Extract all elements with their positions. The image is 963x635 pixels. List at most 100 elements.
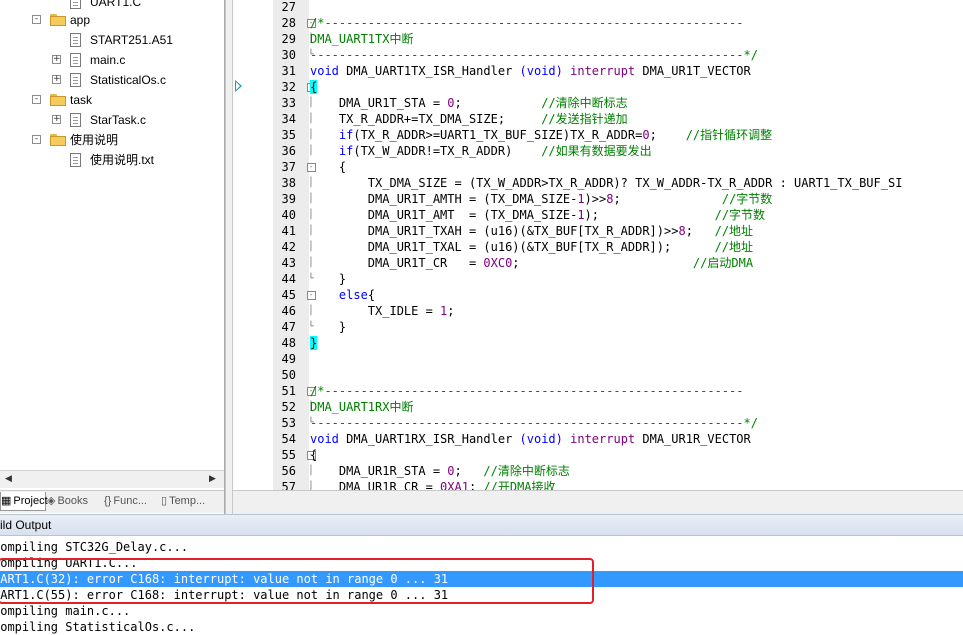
- expand-icon[interactable]: +: [52, 75, 61, 84]
- code-token: ;: [454, 464, 484, 478]
- code-token: DMA_UR1R_VECTOR: [635, 432, 751, 446]
- tree-horizontal-scrollbar[interactable]: ◀ ▶: [0, 470, 224, 488]
- panel-splitter[interactable]: [225, 0, 233, 514]
- line-number: 28: [281, 16, 296, 30]
- tab-func[interactable]: {} Func...: [104, 492, 160, 511]
- folder-icon: [50, 134, 66, 146]
- tab-temp[interactable]: ▯ Temp...: [161, 492, 221, 511]
- keyword-token: (void): [519, 432, 563, 446]
- code-line[interactable]: DMA_UR1T_AMT = (TX_DMA_SIZE-1); //字节数: [310, 207, 765, 223]
- code-line[interactable]: else{: [310, 287, 375, 303]
- tree-file-item[interactable]: START251.A51: [0, 30, 224, 50]
- build-output-line[interactable]: compiling STC32G_Delay.c...: [0, 539, 963, 555]
- tree-item-label: StatisticalOs.c: [90, 73, 167, 87]
- code-line[interactable]: ----------------------------------------…: [310, 415, 758, 431]
- line-number: 35: [281, 128, 296, 142]
- code-line[interactable]: /*--------------------------------------…: [310, 383, 743, 399]
- tree-file-item[interactable]: + StatisticalOs.c: [0, 70, 224, 90]
- expand-icon[interactable]: +: [52, 55, 61, 64]
- code-line[interactable]: DMA_UART1RX中断: [310, 399, 413, 415]
- code-line[interactable]: }: [310, 271, 346, 287]
- tree-item-label: START251.A51: [90, 33, 173, 47]
- line-number: 44: [281, 272, 296, 286]
- code-line[interactable]: if(TX_W_ADDR!=TX_R_ADDR) //如果有数据要发出: [310, 143, 652, 159]
- code-token: DMA_UART1TX_ISR_Handler: [338, 64, 520, 78]
- code-line[interactable]: DMA_UR1R_CR = 0XA1; //开DMA接收: [310, 479, 556, 490]
- collapse-icon[interactable]: -: [32, 95, 41, 104]
- tree-item-label: StarTask.c: [90, 113, 147, 127]
- code-line[interactable]: DMA_UR1R_STA = 0; //清除中断标志: [310, 463, 570, 479]
- error-highlight-box: [0, 558, 594, 604]
- code-line[interactable]: DMA_UART1TX中断: [310, 31, 413, 47]
- line-number: 54: [281, 432, 296, 446]
- code-line[interactable]: TX_DMA_SIZE = (TX_W_ADDR>TX_R_ADDR)? TX_…: [310, 175, 903, 191]
- code-token: DMA_UART1RX_ISR_Handler: [338, 432, 520, 446]
- line-number: 38: [281, 176, 296, 190]
- tree-folder-item[interactable]: - 使用说明: [0, 130, 224, 150]
- keyword-token: if: [338, 128, 354, 142]
- code-line[interactable]: DMA_UR1T_TXAH = (u16)(&TX_BUF[TX_R_ADDR]…: [310, 223, 753, 239]
- code-line[interactable]: DMA_UR1T_AMTH = (TX_DMA_SIZE-1)>>8; //字节…: [310, 191, 773, 207]
- code-editor[interactable]: 27 28-/*---------------------------------…: [233, 0, 963, 490]
- code-line[interactable]: void DMA_UART1RX_ISR_Handler (void) inte…: [310, 431, 751, 447]
- code-line[interactable]: DMA_UR1T_STA = 0; //清除中断标志: [310, 95, 628, 111]
- code-token: DMA_UR1T_AMT = (TX_DMA_SIZE-: [310, 208, 578, 222]
- folder-icon: [50, 14, 66, 26]
- code-line[interactable]: TX_R_ADDR+=TX_DMA_SIZE; //发送指针递加: [310, 111, 628, 127]
- tree-file-item[interactable]: + StarTask.c: [0, 110, 224, 130]
- code-line[interactable]: /*--------------------------------------…: [310, 15, 743, 31]
- code-line[interactable]: if(TX_R_ADDR>=UART1_TX_BUF_SIZE)TX_R_ADD…: [310, 127, 772, 143]
- tree-item-label: 使用说明: [70, 133, 119, 147]
- tab-label: Books: [57, 495, 89, 507]
- number-token: interrupt: [570, 64, 636, 78]
- number-token: 0XC0: [483, 256, 513, 270]
- comment-token: //字节数: [714, 208, 766, 222]
- code-line[interactable]: {: [310, 79, 318, 95]
- tree-item-label: main.c: [90, 53, 126, 67]
- number-token: 0: [642, 128, 650, 142]
- code-line[interactable]: DMA_UR1T_CR = 0XC0; //启动DMA: [310, 255, 753, 271]
- collapse-icon[interactable]: -: [32, 135, 41, 144]
- code-token: (TX_W_ADDR!=TX_R_ADDR): [353, 144, 542, 158]
- code-line[interactable]: {: [310, 159, 346, 175]
- collapse-icon[interactable]: -: [32, 15, 41, 24]
- comment-token: //如果有数据要发出: [541, 144, 652, 158]
- tab-books[interactable]: ◈ Books: [47, 492, 103, 511]
- keyword-token: if: [338, 144, 354, 158]
- folder-icon: [50, 94, 66, 106]
- line-number: 33: [281, 96, 296, 110]
- keyword-token: void: [310, 64, 339, 78]
- number-token: 8: [678, 224, 686, 238]
- tree-file-item[interactable]: 使用说明.txt: [0, 150, 224, 170]
- tree-folder-item[interactable]: - app: [0, 10, 224, 30]
- code-token: ;: [447, 304, 455, 318]
- number-token: interrupt: [570, 432, 636, 446]
- line-number: 32: [281, 80, 296, 94]
- scroll-right-arrow-icon[interactable]: ▶: [204, 471, 221, 488]
- books-icon: ◈: [47, 495, 56, 507]
- line-number: 50: [281, 368, 296, 382]
- line-number: 52: [281, 400, 296, 414]
- code-line[interactable]: void DMA_UART1TX_ISR_Handler (void) inte…: [310, 63, 751, 79]
- line-number: 47: [281, 320, 296, 334]
- line-number: 29: [281, 32, 296, 46]
- expand-icon[interactable]: +: [52, 115, 61, 124]
- code-line[interactable]: ----------------------------------------…: [310, 47, 758, 63]
- comment-token: //开DMA接收: [483, 480, 556, 490]
- code-token: DMA_UR1T_AMTH = (TX_DMA_SIZE-: [310, 192, 578, 206]
- code-line[interactable]: }: [310, 319, 346, 335]
- code-line[interactable]: }: [310, 335, 318, 351]
- code-line[interactable]: TX_IDLE = 1;: [310, 303, 455, 319]
- tree-file-item[interactable]: + main.c: [0, 50, 224, 70]
- scroll-left-arrow-icon[interactable]: ◀: [0, 471, 17, 488]
- build-output-line[interactable]: compiling main.c...: [0, 603, 963, 619]
- code-token: );: [584, 208, 715, 222]
- line-number: 49: [281, 352, 296, 366]
- code-line[interactable]: {: [310, 447, 317, 463]
- file-icon: [70, 73, 81, 87]
- tree-folder-item[interactable]: - task: [0, 90, 224, 110]
- code-line[interactable]: DMA_UR1T_TXAL = (u16)(&TX_BUF[TX_R_ADDR]…: [310, 239, 753, 255]
- file-icon: [70, 153, 81, 167]
- tab-project[interactable]: ▦ Project: [0, 492, 48, 511]
